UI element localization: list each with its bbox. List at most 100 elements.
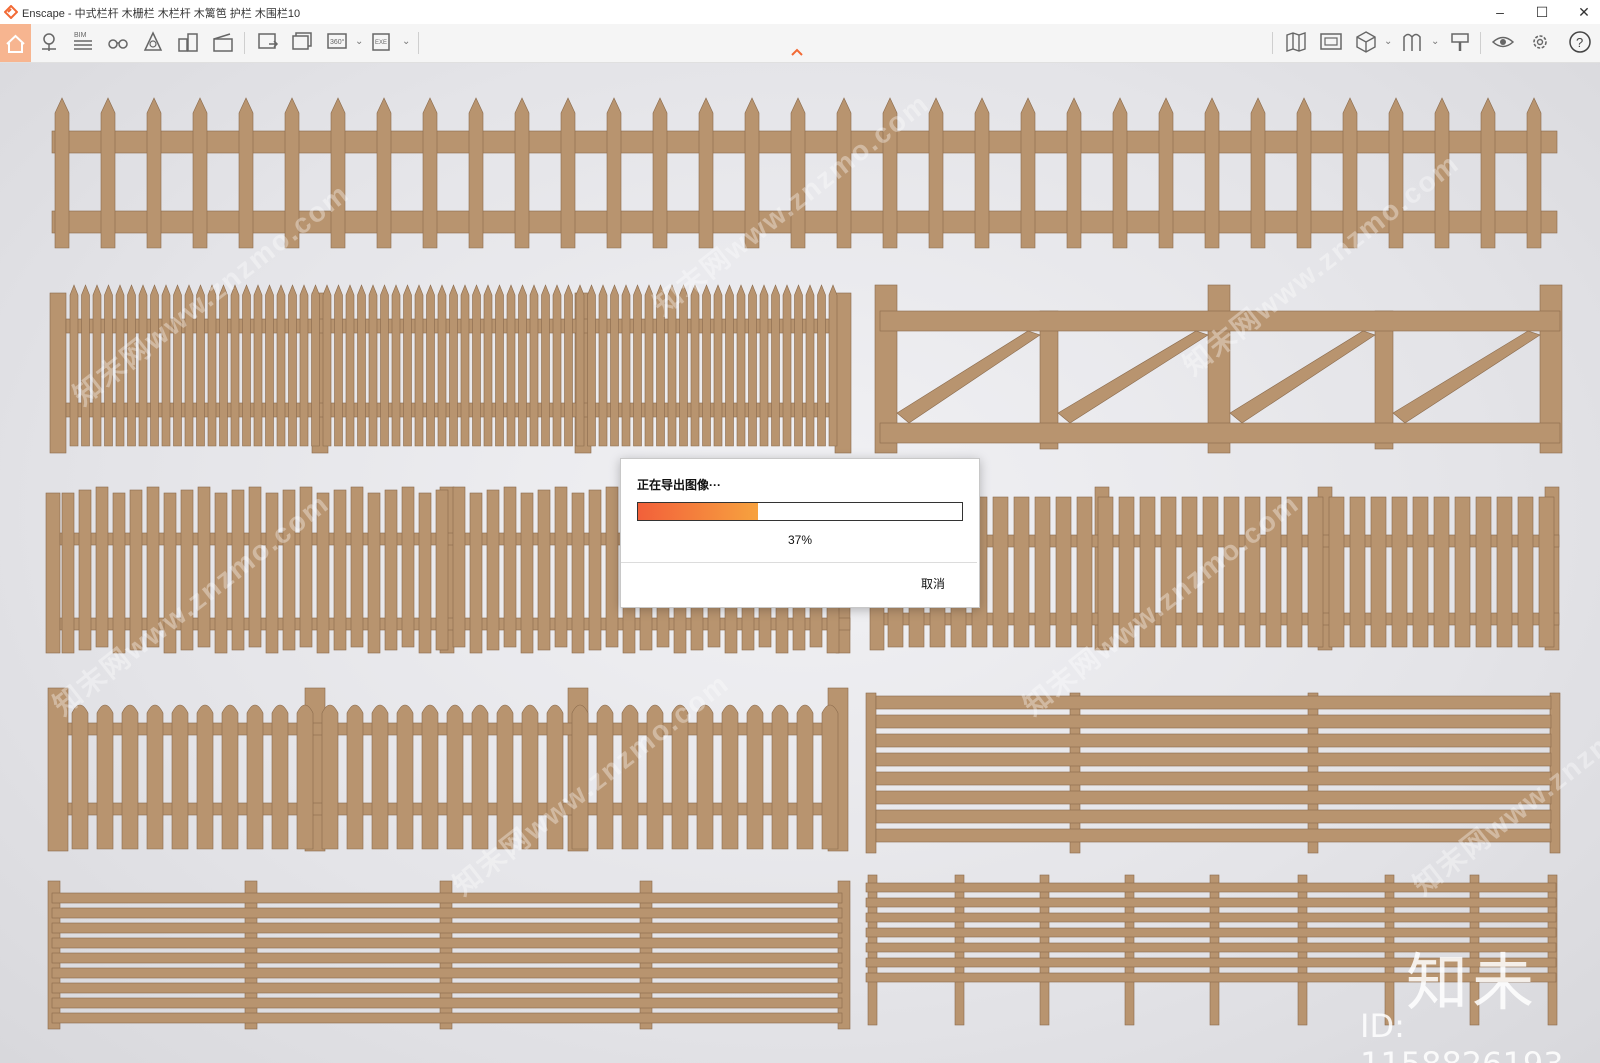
- fence-picket: [238, 97, 254, 249]
- map-icon: [1286, 32, 1306, 52]
- fence-picket: [721, 704, 739, 850]
- fence-slat: [51, 982, 843, 994]
- fence-picket: [230, 284, 240, 447]
- exe-export-button[interactable]: EXE: [370, 29, 396, 55]
- fence-picket: [696, 704, 714, 850]
- fence-picket: [396, 704, 414, 850]
- view-cube-button[interactable]: [1353, 29, 1379, 55]
- minimize-button[interactable]: –: [1480, 0, 1520, 24]
- home-button[interactable]: [0, 24, 31, 62]
- fence-picket: [196, 704, 214, 850]
- fence-picket: [725, 284, 734, 447]
- fence-board: [1349, 496, 1366, 648]
- fence-picket: [54, 97, 70, 249]
- fence-board: [435, 489, 449, 651]
- cube-dropdown-icon[interactable]: ⌄: [1384, 36, 1392, 47]
- fence-slat: [51, 1012, 843, 1024]
- bim-button[interactable]: BIM: [70, 29, 96, 55]
- help-button[interactable]: ?: [1567, 29, 1593, 55]
- cube-icon: [1356, 31, 1376, 53]
- material-editor-button[interactable]: [1447, 29, 1473, 55]
- batch-render-button[interactable]: [290, 29, 316, 55]
- fence-diagonal: [1229, 330, 1376, 424]
- fence-post: [865, 692, 877, 854]
- fence-board: [350, 486, 364, 648]
- fence-diagonal: [1392, 330, 1541, 424]
- fence-slat: [51, 907, 843, 919]
- fence-picket: [575, 284, 585, 447]
- fence-picket: [771, 704, 789, 850]
- clapper-icon: [213, 33, 233, 52]
- fence-board: [1013, 496, 1030, 648]
- fence-picket: [690, 284, 700, 447]
- close-button[interactable]: ✕: [1564, 0, 1600, 24]
- chevron-up-icon[interactable]: [790, 46, 804, 58]
- fence-picket: [518, 284, 527, 447]
- fence-board: [401, 486, 415, 648]
- fence-board: [418, 492, 432, 654]
- fence-slat: [51, 937, 843, 949]
- fence-board: [1034, 496, 1051, 648]
- fence-picket: [422, 97, 438, 249]
- fence-board: [1538, 496, 1555, 648]
- fence-picket: [1480, 97, 1496, 249]
- map-button[interactable]: [1283, 29, 1309, 55]
- panorama-button[interactable]: 360°: [325, 29, 351, 55]
- walk-mode-button[interactable]: [105, 29, 131, 55]
- fence-picket: [564, 284, 573, 447]
- view-management-button[interactable]: [36, 29, 62, 55]
- window-title: Enscape - 中式栏杆 木栅栏 木栏杆 木篱笆 护栏 木围栏10: [22, 8, 301, 20]
- fence-picket: [403, 284, 412, 447]
- fence-picket: [192, 97, 208, 249]
- maximize-button[interactable]: ☐: [1522, 0, 1562, 24]
- fence-picket: [468, 97, 484, 249]
- toolbar-separator: [418, 32, 419, 54]
- fence-picket: [1020, 97, 1036, 249]
- location-pin-icon: [42, 33, 56, 51]
- fence-picket: [796, 704, 814, 850]
- asset-library-button[interactable]: [1400, 29, 1426, 55]
- fence-picket: [748, 284, 757, 447]
- fence-diagonal: [896, 330, 1041, 424]
- fence-board: [1055, 496, 1072, 648]
- asset-dropdown-icon[interactable]: ⌄: [1431, 36, 1439, 47]
- render-image-button[interactable]: [255, 29, 281, 55]
- fence-picket: [311, 284, 320, 447]
- settings-icon: [1533, 35, 1547, 49]
- visual-settings-button[interactable]: [1490, 29, 1516, 55]
- fence-picket: [805, 284, 815, 447]
- fence-picket: [621, 284, 631, 447]
- home-icon: [6, 34, 25, 53]
- light-view-button[interactable]: [140, 29, 166, 55]
- gallery-button[interactable]: [1318, 29, 1344, 55]
- fence-picket: [746, 704, 764, 850]
- panorama-dropdown-icon[interactable]: ⌄: [355, 36, 363, 47]
- fence-slat: [875, 790, 1552, 805]
- fence-board: [367, 492, 381, 654]
- fence-slat: [51, 922, 843, 934]
- video-editor-button[interactable]: [210, 29, 236, 55]
- site-context-button[interactable]: [175, 29, 201, 55]
- fence-board: [992, 496, 1009, 648]
- panorama-360-icon: 360°: [327, 33, 347, 49]
- fence-picket: [446, 704, 464, 850]
- fence-picket: [265, 284, 274, 447]
- fence-board: [384, 489, 398, 651]
- fence-picket: [529, 284, 539, 447]
- exe-dropdown-icon[interactable]: ⌄: [402, 36, 410, 47]
- fence-board: [452, 486, 466, 648]
- fence-board: [1496, 496, 1513, 648]
- fence-picket: [421, 704, 439, 850]
- fence-picket: [698, 97, 714, 249]
- fence-picket: [483, 284, 493, 447]
- fence-picket: [552, 284, 562, 447]
- fence-picket: [771, 284, 780, 447]
- fence-picket: [736, 284, 746, 447]
- fence-board: [78, 489, 92, 651]
- cancel-button[interactable]: 取消: [903, 573, 963, 595]
- fence-picket: [974, 97, 990, 249]
- progress-fill: [638, 503, 758, 520]
- fence-picket: [426, 284, 435, 447]
- fence-slat: [875, 695, 1552, 710]
- settings-button[interactable]: [1527, 29, 1553, 55]
